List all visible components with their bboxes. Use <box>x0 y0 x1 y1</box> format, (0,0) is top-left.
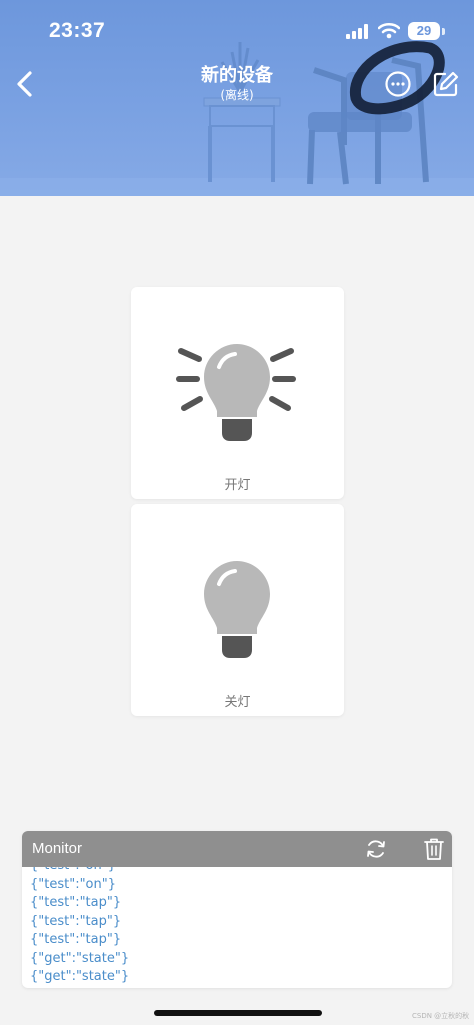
status-time: 23:37 <box>49 19 106 42</box>
refresh-icon <box>367 840 385 858</box>
log-line: {"get":"state"} <box>30 950 130 966</box>
monitor-header: Monitor <box>22 831 452 867</box>
more-horizontal-icon <box>385 71 411 97</box>
screen: 23:37 29 新的设备 (离线) 开灯 关灯 Monitor {"test"… <box>0 0 474 1025</box>
refresh-button[interactable] <box>365 838 387 860</box>
device-status-subtitle: (离线) <box>220 88 254 102</box>
log-line: {"test":"on"} <box>30 867 129 876</box>
log-line: {"test":"tap"} <box>30 932 122 947</box>
chevron-left-icon <box>17 71 32 97</box>
bulb-off-icon <box>204 561 270 658</box>
monitor-title: Monitor <box>32 840 83 857</box>
clear-log-button[interactable] <box>423 837 445 861</box>
bulb-on-icon <box>176 344 296 441</box>
light-off-card[interactable]: 关灯 <box>131 504 344 716</box>
battery-nub <box>442 28 445 35</box>
more-button[interactable] <box>384 70 412 98</box>
light-on-card[interactable]: 开灯 <box>131 287 344 499</box>
log-line: {"get":"state"} <box>30 969 130 984</box>
home-indicator[interactable] <box>154 1010 322 1016</box>
monitor-log[interactable]: {"test":"on"} {"test":"on"} {"test":"tap… <box>22 867 452 988</box>
header-banner: 23:37 29 新的设备 (离线) <box>0 0 474 196</box>
light-on-label: 开灯 <box>224 478 251 493</box>
trash-icon <box>424 838 444 860</box>
page-title: 新的设备 <box>201 65 273 86</box>
signal-icon <box>346 24 368 39</box>
log-line: {"test":"tap"} <box>30 913 122 929</box>
back-button[interactable] <box>6 64 42 104</box>
battery-indicator: 29 <box>408 22 440 40</box>
watermark: CSDN @立秋的秋 <box>412 1012 470 1020</box>
log-line: {"test":"on"} <box>30 876 116 892</box>
log-list: {"test":"on"} {"test":"on"} {"test":"tap… <box>30 867 129 987</box>
status-bar: 23:37 29 <box>0 0 474 60</box>
edit-button[interactable] <box>432 70 460 98</box>
monitor-panel: Monitor {"test":"on"} {"test":"tap"} {"t… <box>22 831 452 988</box>
log-line: {"test":"tap"} <box>30 895 122 910</box>
wifi-icon <box>378 22 400 39</box>
title-group: 新的设备 (离线) <box>137 64 337 102</box>
light-off-label: 关灯 <box>224 695 251 710</box>
edit-icon <box>433 71 459 97</box>
